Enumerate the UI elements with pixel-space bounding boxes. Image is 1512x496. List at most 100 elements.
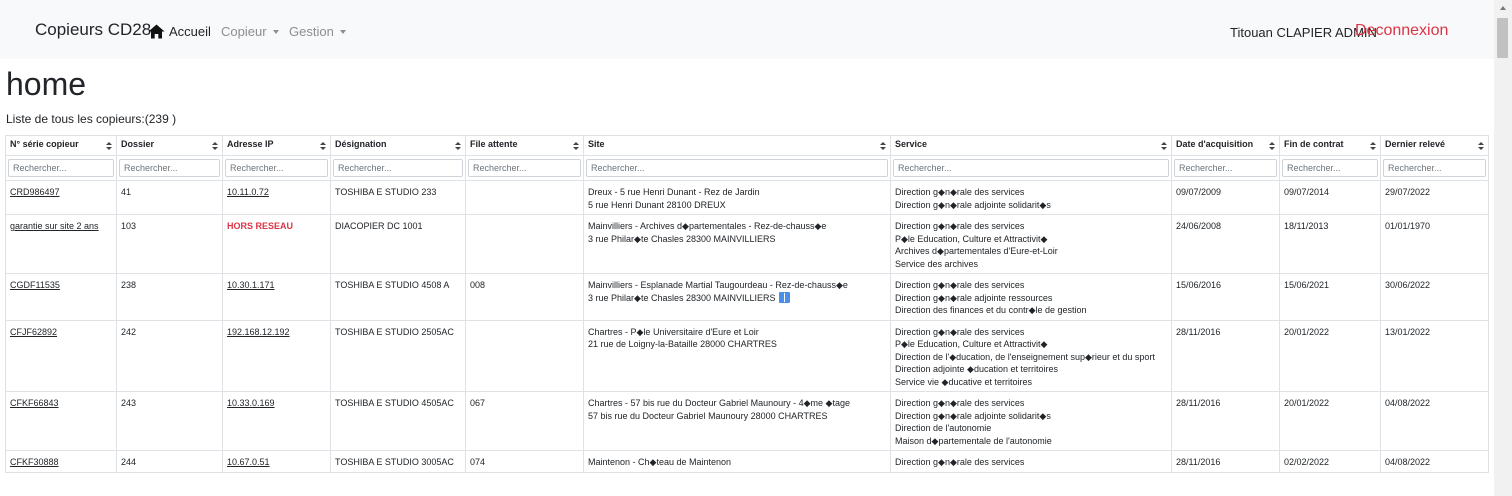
service-line: Direction g◆n◆rale des services — [895, 187, 1025, 197]
serie-link[interactable]: CFKF66843 — [10, 398, 59, 408]
caret-down-icon — [272, 29, 279, 34]
fin-contrat-cell: 09/07/2014 — [1279, 180, 1381, 215]
dernier-releve-cell: 30/06/2022 — [1380, 273, 1489, 321]
service-line: Archives d◆partementales d'Eure-et-Loir — [895, 246, 1058, 256]
service-line: Direction g◆n◆rale des services — [895, 221, 1025, 231]
filter-input-fin-contrat[interactable] — [1282, 159, 1378, 177]
site-line: Chartres - 57 bis rue du Docteur Gabriel… — [588, 398, 850, 408]
page-title: home — [6, 66, 87, 102]
service-line: Direction g◆n◆rale adjointe solidarit◆s — [895, 410, 1051, 421]
filter-input-dernier-releve[interactable] — [1383, 159, 1486, 177]
logout-link[interactable]: Deconnexion — [1355, 22, 1448, 40]
table-header-row: N° série copieur Dossier Adresse IP Dési… — [5, 135, 1489, 156]
filter-input-dossier[interactable] — [119, 159, 220, 177]
sort-icon — [1269, 142, 1275, 151]
column-header[interactable]: Fin de contrat — [1279, 135, 1381, 156]
serie-link[interactable]: CFKF30888 — [10, 457, 59, 467]
serie-link[interactable]: garantie sur site 2 ans — [10, 221, 99, 231]
service-line: Direction g◆n◆rale des services — [895, 280, 1025, 290]
fin-contrat-cell: 02/02/2022 — [1279, 450, 1381, 473]
date-acquisition-cell: 09/07/2009 — [1171, 180, 1280, 215]
ip-link[interactable]: 10.11.0.72 — [227, 187, 269, 197]
sort-icon — [573, 142, 579, 151]
filter-input-ip[interactable] — [225, 159, 328, 177]
table-row: CFJF62892 242 192.168.12.192 TOSHIBA E S… — [5, 319, 1489, 392]
scroll-up-icon[interactable] — [1500, 6, 1506, 10]
service-line: Direction de l'◆ducation, de l'enseignem… — [895, 351, 1155, 362]
file-attente-cell — [465, 214, 584, 274]
table-row: CFKF66843 243 10.33.0.169 TOSHIBA E STUD… — [5, 391, 1489, 451]
service-line: Maison d◆partementale de l'autonomie — [895, 435, 1052, 446]
service-cell: Direction g◆n◆rale des services P◆le Educ… — [890, 319, 1172, 392]
nav-home-label: Accueil — [169, 24, 211, 39]
ip-link[interactable]: 10.33.0.169 — [227, 398, 275, 408]
table-row: garantie sur site 2 ans 103 HORS RESEAU … — [5, 214, 1489, 274]
ip-status-offline: HORS RESEAU — [227, 221, 294, 231]
book-icon[interactable] — [778, 291, 790, 303]
column-header[interactable]: Dernier relevé — [1380, 135, 1489, 156]
column-header[interactable]: File attente — [465, 135, 584, 156]
column-header[interactable]: Date d'acquisition — [1171, 135, 1280, 156]
designation-cell: TOSHIBA E STUDIO 2505AC — [330, 319, 466, 392]
filter-input-designation[interactable] — [333, 159, 463, 177]
nav-copieur-dropdown[interactable]: Copieur — [221, 24, 279, 39]
copier-table: N° série copieur Dossier Adresse IP Dési… — [5, 135, 1489, 473]
designation-cell: TOSHIBA E STUDIO 3005AC — [330, 450, 466, 473]
fin-contrat-cell: 18/11/2013 — [1279, 214, 1381, 274]
filter-row — [5, 155, 1489, 181]
column-header[interactable]: Dossier — [116, 135, 223, 156]
scrollbar-thumb[interactable] — [1497, 18, 1508, 58]
service-line: Service vie ◆ducative et territoires — [895, 376, 1032, 387]
service-line: Service des archives — [895, 258, 979, 269]
file-attente-cell — [465, 319, 584, 392]
serie-link[interactable]: CRD986497 — [10, 187, 60, 197]
dossier-cell: 242 — [116, 319, 223, 392]
service-line: Direction g◆n◆rale des services — [895, 326, 1025, 337]
sort-icon — [320, 142, 326, 151]
nav-copieur-label: Copieur — [221, 24, 267, 39]
dernier-releve-cell: 04/08/2022 — [1380, 450, 1489, 473]
date-acquisition-cell: 24/06/2008 — [1171, 214, 1280, 274]
ip-link[interactable]: 192.168.12.192 — [227, 327, 290, 337]
column-header[interactable]: Service — [890, 135, 1172, 156]
dossier-cell: 41 — [116, 180, 223, 215]
site-line: Mainvilliers - Esplanade Martial Taugour… — [588, 280, 848, 290]
column-header[interactable]: Adresse IP — [222, 135, 331, 156]
date-acquisition-cell: 28/11/2016 — [1171, 319, 1280, 392]
service-cell: Direction g◆n◆rale des services — [890, 450, 1172, 473]
column-header[interactable]: N° série copieur — [5, 135, 117, 156]
filter-input-file-attente[interactable] — [468, 159, 581, 177]
column-header[interactable]: Désignation — [330, 135, 466, 156]
fin-contrat-cell: 20/01/2022 — [1279, 391, 1381, 451]
dernier-releve-cell: 29/07/2022 — [1380, 180, 1489, 215]
filter-input-service[interactable] — [893, 159, 1169, 177]
sort-icon — [106, 142, 112, 151]
sort-icon — [1161, 142, 1167, 151]
column-header[interactable]: Site — [583, 135, 891, 156]
sort-icon — [1370, 142, 1376, 151]
sort-icon — [880, 142, 886, 151]
serie-link[interactable]: CGDF11535 — [10, 280, 60, 290]
filter-input-serie[interactable] — [8, 159, 114, 177]
nav-home-link[interactable]: Accueil — [148, 24, 211, 39]
serie-link[interactable]: CFJF62892 — [10, 327, 57, 337]
service-line: P◆le Education, Culture et Attractivit◆ — [895, 339, 1048, 349]
sort-icon — [1478, 142, 1484, 151]
service-line: P◆le Education, Culture et Attractivit◆ — [895, 233, 1048, 244]
service-line: Direction g◆n◆rale adjointe ressources — [895, 292, 1053, 303]
designation-cell: DIACOPIER DC 1001 — [330, 214, 466, 274]
ip-link[interactable]: 10.67.0.51 — [227, 457, 270, 467]
site-cell: Chartres - P◆le Universitaire d'Eure et … — [583, 319, 891, 392]
service-line: Direction adjointe ◆ducation et territoi… — [895, 364, 1059, 374]
site-cell: Mainvilliers - Archives d◆partementales … — [583, 214, 891, 274]
file-attente-cell — [465, 180, 584, 215]
vertical-scrollbar[interactable] — [1494, 0, 1512, 496]
filter-input-date-acquisition[interactable] — [1174, 159, 1277, 177]
ip-link[interactable]: 10.30.1.171 — [227, 280, 275, 290]
dernier-releve-cell: 01/01/1970 — [1380, 214, 1489, 274]
nav-gestion-dropdown[interactable]: Gestion — [289, 24, 346, 39]
filter-input-site[interactable] — [586, 159, 888, 177]
site-address: 3 rue Philar◆te Chasles 28300 MAINVILLIE… — [588, 233, 776, 244]
brand-link[interactable]: Copieurs CD28 — [35, 20, 151, 40]
sort-icon — [212, 142, 218, 151]
